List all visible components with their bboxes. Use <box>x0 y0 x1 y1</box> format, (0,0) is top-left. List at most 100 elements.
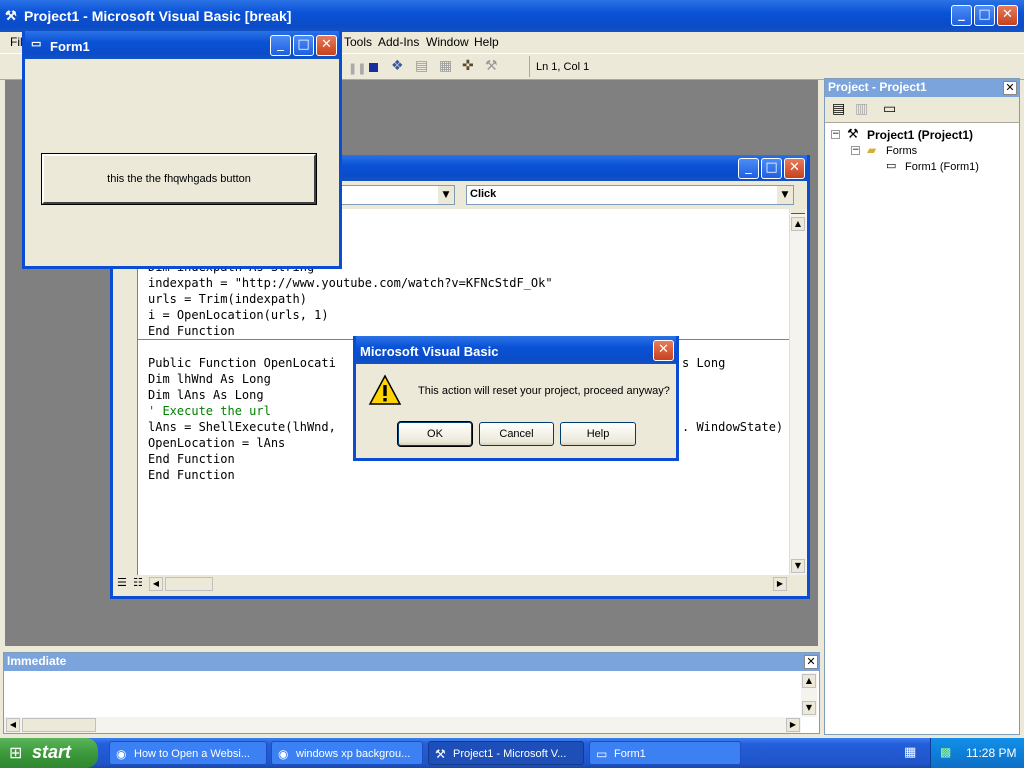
properties-icon[interactable]: ▤ <box>415 58 428 74</box>
fhqwhgads-button[interactable]: this the the fhqwhgads button <box>41 153 317 205</box>
tree-collapse-icon[interactable]: − <box>831 130 840 139</box>
scroll-left-button[interactable]: ◀ <box>149 577 163 591</box>
code-fragment: s Long <box>682 356 726 370</box>
immediate-hscroll-thumb[interactable] <box>22 718 96 732</box>
toolbox-icon[interactable]: ⚒ <box>485 58 498 74</box>
vb-task-icon: ⚒ <box>435 747 446 761</box>
hscroll-thumb[interactable] <box>165 577 213 591</box>
view-code-icon[interactable]: ▤ <box>832 101 845 117</box>
ide-title-bar[interactable]: ⚒ Project1 - Microsoft Visual Basic [bre… <box>0 0 1024 32</box>
project-explorer: Project - Project1 ✕ ▤ ▥ ▭ − ⚒ Project1 … <box>824 78 1020 735</box>
taskbar-item-label: Form1 <box>614 748 646 760</box>
warning-icon <box>368 374 402 405</box>
toggle-folders-icon[interactable]: ▭ <box>883 101 896 117</box>
code-close-button[interactable]: ✕ <box>784 158 805 179</box>
form1-minimize-button[interactable]: _ <box>270 35 291 56</box>
taskbar-item-label: windows xp backgrou... <box>296 748 411 760</box>
reset-dialog[interactable]: Microsoft Visual Basic ✕ This action wil… <box>353 336 679 461</box>
dialog-title: Microsoft Visual Basic <box>360 344 499 359</box>
immediate-scroll-right[interactable]: ▶ <box>786 718 800 732</box>
ok-button[interactable]: OK <box>397 421 473 447</box>
menu-add-ins[interactable]: Add-Ins <box>378 35 419 49</box>
taskbar-item-label: Project1 - Microsoft V... <box>453 748 567 760</box>
form-task-icon: ▭ <box>596 747 608 761</box>
ok-button-label: OK <box>427 428 443 440</box>
menu-help[interactable]: Help <box>474 35 499 49</box>
project-icon: ⚒ <box>847 127 859 142</box>
help-button-label: Help <box>586 428 610 440</box>
code-lines-top: Dim indexpath As String indexpath = "htt… <box>148 259 553 339</box>
menu-tools[interactable]: Tools <box>344 35 372 49</box>
immediate-window[interactable]: Immediate ✕ ▲ ▼ ◀ ▶ <box>3 652 820 734</box>
code-line: Dim lhWnd As Long <box>148 372 271 386</box>
project-explorer-close-icon[interactable]: ✕ <box>1003 81 1017 95</box>
code-line: Dim lAns As Long <box>148 388 264 402</box>
forms-folder[interactable]: Forms <box>886 145 917 157</box>
taskbar-item[interactable]: ◉ How to Open a Websi... <box>109 741 267 765</box>
code-line: lAns = ShellExecute(lhWnd, <box>148 420 336 434</box>
code-bottom-bar <box>113 575 807 593</box>
procedure-view-icon[interactable]: ☰ <box>117 577 127 589</box>
project-explorer-icon[interactable]: ❖ <box>391 58 404 74</box>
object-browser-icon[interactable]: ✜ <box>462 58 474 74</box>
forms-collapse-icon[interactable]: − <box>851 146 860 155</box>
network-icon[interactable]: ▩ <box>940 745 951 759</box>
full-module-view-icon[interactable]: ☷ <box>133 577 143 589</box>
taskbar-item-active[interactable]: ⚒ Project1 - Microsoft V... <box>428 741 584 765</box>
project-root[interactable]: Project1 (Project1) <box>867 128 973 142</box>
code-fragment: . WindowState) <box>682 420 784 434</box>
menu-window[interactable]: Window <box>426 35 469 49</box>
keyboard-icon[interactable]: ▦ <box>904 745 916 760</box>
procedure-dropdown-arrow[interactable]: ▼ <box>777 186 793 204</box>
immediate-scroll-left[interactable]: ◀ <box>6 718 20 732</box>
form1-maximize-button[interactable]: □ <box>293 35 314 56</box>
maximize-button[interactable]: □ <box>974 5 995 26</box>
close-button[interactable]: ✕ <box>997 5 1018 26</box>
code-line: End Function <box>148 468 235 482</box>
code-line: urls = Trim(indexpath) <box>148 292 307 306</box>
cancel-button[interactable]: Cancel <box>479 422 554 446</box>
dialog-close-button[interactable]: ✕ <box>653 340 674 361</box>
immediate-hscrollbar[interactable] <box>4 717 801 733</box>
immediate-scroll-up[interactable]: ▲ <box>802 674 816 688</box>
start-button[interactable]: ⊞ start <box>0 738 98 768</box>
stop-icon[interactable] <box>369 63 378 72</box>
procedure-dropdown[interactable]: Click <box>466 185 794 205</box>
dialog-message: This action will reset your project, pro… <box>418 385 670 397</box>
form1-title: Form1 <box>50 39 90 54</box>
taskbar-item[interactable]: ▭ Form1 <box>589 741 741 765</box>
code-line: Public Function OpenLocati <box>148 356 336 370</box>
scroll-down-button[interactable]: ▼ <box>791 559 805 573</box>
code-maximize-button[interactable]: □ <box>761 158 782 179</box>
immediate-close-icon[interactable]: ✕ <box>804 655 818 669</box>
form1-item[interactable]: Form1 (Form1) <box>905 161 979 173</box>
code-vscrollbar[interactable] <box>789 209 807 575</box>
scroll-up-button[interactable]: ▲ <box>791 217 805 231</box>
dialog-title-bar[interactable]: Microsoft Visual Basic <box>356 336 676 364</box>
view-object-icon[interactable]: ▥ <box>855 101 868 117</box>
form-layout-icon[interactable]: ▦ <box>439 58 452 74</box>
scroll-right-button[interactable]: ▶ <box>773 577 787 591</box>
pause-icon[interactable]: ❚❚ <box>348 62 366 75</box>
code-line: OpenLocation = lAns <box>148 436 286 450</box>
start-label: start <box>32 742 72 762</box>
browser-icon: ◉ <box>116 747 127 761</box>
procedure-value: Click <box>470 188 497 200</box>
clock: 11:28 PM <box>966 746 1017 760</box>
form1-window[interactable]: ▭ Form1 _ □ ✕ this the the fhqwhgads but… <box>22 31 342 269</box>
code-lines-bottom: Public Function OpenLocati Dim lhWnd As … <box>148 355 336 483</box>
taskbar-item[interactable]: ◉ windows xp backgrou... <box>271 741 423 765</box>
help-button[interactable]: Help <box>560 422 636 446</box>
folder-icon: ▰ <box>867 143 877 157</box>
code-comment: ' Execute the url <box>148 404 271 418</box>
code-line: End Function <box>148 452 235 466</box>
code-minimize-button[interactable]: _ <box>738 158 759 179</box>
ide-title: Project1 - Microsoft Visual Basic [break… <box>24 8 292 24</box>
immediate-scroll-down[interactable]: ▼ <box>802 701 816 715</box>
split-bar[interactable] <box>791 209 805 214</box>
minimize-button[interactable]: _ <box>951 5 972 26</box>
object-dropdown-arrow[interactable]: ▼ <box>438 186 454 204</box>
code-line: i = OpenLocation(urls, 1) <box>148 308 329 322</box>
form1-close-button[interactable]: ✕ <box>316 35 337 56</box>
form1-title-bar[interactable]: ▭ Form1 <box>25 31 339 59</box>
